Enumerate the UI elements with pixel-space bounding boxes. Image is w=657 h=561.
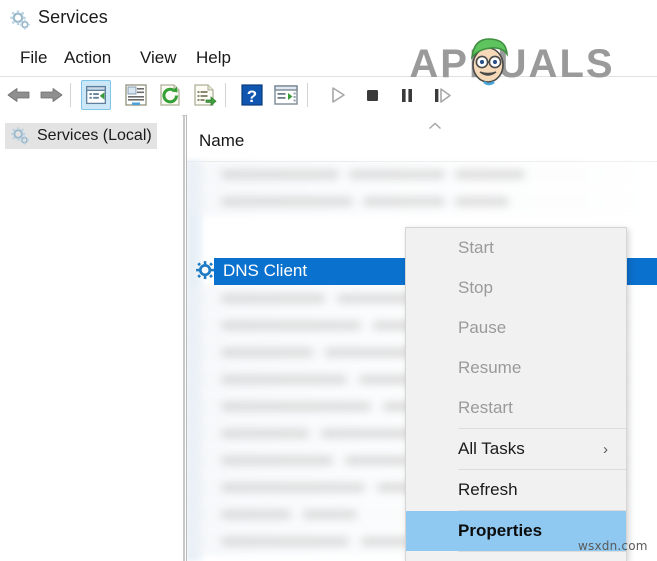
- submenu-arrow-icon: ›: [603, 440, 608, 458]
- console-tree-pane: Services (Local): [0, 115, 182, 561]
- list-row-obscured[interactable]: [187, 161, 657, 188]
- show-hide-tree-icon: [86, 85, 106, 105]
- pause-service-icon: [402, 89, 412, 102]
- start-service-icon: [332, 87, 345, 103]
- services-gear-icon: [10, 10, 30, 30]
- pane-splitter[interactable]: [183, 115, 185, 561]
- window-title: Services: [38, 7, 108, 27]
- context-menu-item-label: Pause: [458, 318, 507, 337]
- list-row-obscured[interactable]: [187, 188, 657, 215]
- svg-text:?: ?: [247, 87, 257, 106]
- context-menu-item-label: Refresh: [458, 480, 518, 499]
- back-icon: [7, 88, 30, 102]
- context-menu-item-stop[interactable]: Stop: [406, 268, 626, 308]
- tree-item-label: Services (Local): [37, 127, 152, 144]
- stop-service-icon: [367, 90, 378, 101]
- export-list-icon: [194, 84, 217, 107]
- toolbar-separator-2: [225, 83, 226, 107]
- properties-icon: [125, 84, 147, 106]
- help-icon: ?: [241, 84, 263, 106]
- refresh-icon: [160, 84, 180, 106]
- show-hide-action-pane-icon: [274, 85, 298, 105]
- toolbar-separator-3: [307, 83, 308, 107]
- wsxdn-watermark: wsxdn.com: [578, 539, 648, 553]
- context-menu-item-start[interactable]: Start: [406, 228, 626, 268]
- context-menu-item-refresh[interactable]: Refresh: [406, 470, 626, 510]
- title-bar: Services: [0, 0, 657, 40]
- toolbar-forward-button[interactable]: [36, 80, 66, 110]
- context-menu-item-all-tasks[interactable]: All Tasks ›: [406, 429, 626, 469]
- menu-file[interactable]: File: [16, 46, 51, 70]
- context-menu-item-label: Stop: [458, 278, 493, 297]
- toolbar-stop-service-button[interactable]: [357, 80, 387, 110]
- context-menu-item-label: Properties: [458, 521, 543, 540]
- context-menu-item-label: Start: [458, 238, 494, 257]
- context-menu-item-label: Resume: [458, 358, 522, 377]
- list-column-header-row: Name: [187, 122, 657, 162]
- toolbar-restart-service-button[interactable]: [427, 80, 457, 110]
- context-menu-item-resume[interactable]: Resume: [406, 348, 626, 388]
- context-menu: Start Stop Pause Resume Restart All Task…: [405, 227, 627, 561]
- menu-bar: File Action View Help: [0, 42, 657, 73]
- menu-view[interactable]: View: [136, 46, 181, 70]
- toolbar: ?: [0, 76, 657, 116]
- toolbar-show-hide-tree-button[interactable]: [81, 80, 111, 110]
- context-menu-item-restart[interactable]: Restart: [406, 388, 626, 428]
- toolbar-separator-1: [70, 83, 71, 107]
- context-menu-item-label: Restart: [458, 398, 513, 417]
- menu-help[interactable]: Help: [192, 46, 235, 70]
- services-window: Services File Action View Help ? Service…: [0, 0, 657, 561]
- context-menu-item-help[interactable]: Help: [406, 552, 626, 561]
- list-row-label: DNS Client: [223, 261, 308, 280]
- restart-service-icon: [435, 88, 451, 103]
- menu-action[interactable]: Action: [60, 46, 115, 70]
- toolbar-back-button[interactable]: [4, 80, 34, 110]
- toolbar-properties-button[interactable]: [121, 80, 151, 110]
- toolbar-export-list-button[interactable]: [189, 80, 219, 110]
- tree-item-services-local[interactable]: Services (Local): [5, 123, 157, 149]
- services-gear-icon: [11, 127, 29, 145]
- context-menu-item-label: All Tasks: [458, 439, 525, 458]
- toolbar-show-hide-action-pane-button[interactable]: [271, 80, 301, 110]
- toolbar-start-service-button[interactable]: [322, 80, 352, 110]
- toolbar-pause-service-button[interactable]: [392, 80, 422, 110]
- toolbar-refresh-button[interactable]: [155, 80, 185, 110]
- column-header-name[interactable]: Name: [199, 131, 244, 151]
- context-menu-item-pause[interactable]: Pause: [406, 308, 626, 348]
- sort-ascending-icon: [429, 122, 441, 130]
- forward-icon: [40, 88, 63, 102]
- toolbar-help-button[interactable]: ?: [237, 80, 267, 110]
